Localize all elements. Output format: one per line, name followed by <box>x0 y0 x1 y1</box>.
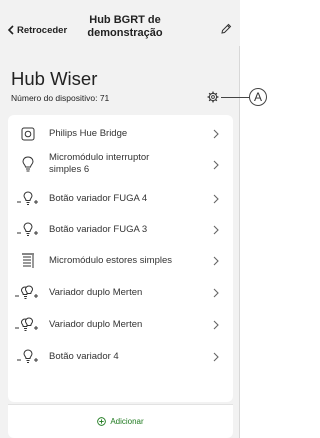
list-item-label: Botão variador 4 <box>49 351 119 362</box>
list-item-label: Botão variador FUGA 3 <box>49 224 148 235</box>
list-item[interactable]: Philips Hue Bridge <box>8 123 233 145</box>
app-header: Retroceder Hub BGRT de demonstração <box>0 0 240 46</box>
list-item-label: Variador duplo Merten <box>49 319 143 330</box>
phone-screen: Retroceder Hub BGRT de demonstração Hub … <box>0 0 240 438</box>
dimmer-icon <box>16 221 40 239</box>
list-item[interactable]: Variador duplo Merten <box>8 314 233 336</box>
list-item-label: Variador duplo Merten <box>49 287 143 298</box>
list-item[interactable]: Botão variador 4 <box>8 346 233 368</box>
shutter-icon <box>20 252 36 270</box>
back-label: Retroceder <box>17 24 68 36</box>
dimmer-icon <box>16 190 40 208</box>
device-number: Número do dispositivo: 71 <box>11 93 110 103</box>
page-title: Hub BGRT de demonstração <box>87 14 163 39</box>
bottom-action-bar: Adicionar <box>8 404 233 438</box>
list-item-label: Botão variador FUGA 4 <box>49 193 148 204</box>
callout-marker: A <box>249 88 267 106</box>
device-title: Hub Wiser <box>11 68 98 89</box>
list-item[interactable]: Botão variador FUGA 4 <box>8 188 233 210</box>
list-item-label: Philips Hue Bridge <box>49 128 128 139</box>
add-button[interactable]: Adicionar <box>8 404 233 438</box>
add-button-label: Adicionar <box>110 417 144 426</box>
double-dimmer-icon <box>14 284 40 302</box>
chevron-left-icon <box>7 25 14 35</box>
list-item[interactable]: Variador duplo Merten <box>8 282 233 304</box>
list-item-label: Micromódulo estores simples <box>49 255 173 266</box>
pencil-icon[interactable] <box>220 23 232 35</box>
chevron-right-icon <box>213 288 219 298</box>
hue-bridge-icon <box>20 125 36 143</box>
plus-circle-icon <box>97 417 107 426</box>
back-button[interactable]: Retroceder <box>7 22 67 38</box>
chevron-right-icon <box>213 256 219 266</box>
device-list: Philips Hue Bridge Micromódulo interrupt… <box>8 115 233 402</box>
list-item-label: Micromódulo interruptor simples 6 <box>49 152 150 175</box>
chevron-right-icon <box>213 194 219 204</box>
chevron-right-icon <box>213 160 219 170</box>
callout-line <box>221 97 250 98</box>
list-item[interactable]: Micromódulo interruptor simples 6 <box>8 149 233 181</box>
chevron-right-icon <box>213 352 219 362</box>
dimmer-icon <box>16 348 40 366</box>
list-item[interactable]: Botão variador FUGA 3 <box>8 219 233 241</box>
gear-icon[interactable] <box>207 91 219 103</box>
chevron-right-icon <box>213 129 219 139</box>
list-item[interactable]: Micromódulo estores simples <box>8 250 233 272</box>
chevron-right-icon <box>213 320 219 330</box>
bulb-icon <box>20 155 36 173</box>
double-dimmer-icon <box>14 316 40 334</box>
chevron-right-icon <box>213 225 219 235</box>
